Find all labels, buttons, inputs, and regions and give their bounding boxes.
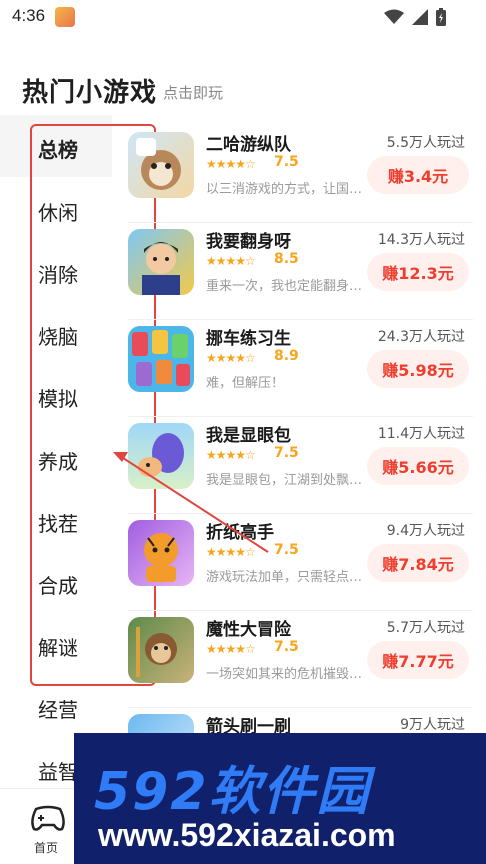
watermark-url: www.592xiazai.com — [98, 817, 396, 853]
game-icon — [128, 423, 194, 489]
star-rating: ★★★★☆ — [206, 642, 256, 656]
game-icon — [128, 326, 194, 392]
game-icon — [128, 520, 194, 586]
game-plays: 24.3万人玩过 — [377, 329, 465, 345]
game-plays: 5.7万人玩过 — [386, 620, 465, 636]
game-item[interactable]: 折纸高手 9.4万人玩过 ★★★★☆ 7.5 游戏玩法加单，只需轻点… 赚7.8… — [128, 514, 473, 611]
game-plays: 9.4万人玩过 — [386, 523, 465, 539]
watermark-brand: 592软件园 — [94, 762, 371, 822]
earn-button[interactable]: 赚5.66元 — [367, 447, 469, 485]
game-plays: 9万人玩过 — [400, 717, 465, 733]
game-desc: 重来一次，我也定能翻身… — [206, 279, 363, 294]
page-subtitle: 点击即玩 — [163, 84, 224, 102]
category-management[interactable]: 经营 — [38, 694, 78, 723]
status-icons — [384, 8, 446, 26]
earn-button[interactable]: 赚12.3元 — [367, 253, 469, 291]
game-item[interactable]: 我是显眼包 11.4万人玩过 ★★★★☆ 7.5 我是显眼包，江湖到处飘… 赚5… — [128, 417, 473, 514]
earn-button[interactable]: 赚7.77元 — [367, 641, 469, 679]
game-name: 二哈游纵队 — [206, 135, 291, 155]
rating-score: 7.5 — [274, 639, 299, 655]
game-desc: 难，但解压！ — [206, 376, 285, 391]
wifi-icon — [384, 9, 404, 24]
game-item[interactable]: 二哈游纵队 5.5万人玩过 ★★★★☆ 7.5 以三消游戏的方式，让国… 赚3.… — [128, 126, 473, 223]
gamepad-icon[interactable] — [30, 803, 66, 833]
star-rating: ★★★★☆ — [206, 351, 256, 365]
game-name: 我要翻身呀 — [206, 232, 291, 252]
game-name: 折纸高手 — [206, 523, 274, 543]
game-plays: 14.3万人玩过 — [377, 232, 465, 248]
signal-icon — [412, 9, 428, 25]
watermark-banner: 592软件园 www.592xiazai.com — [74, 733, 486, 864]
star-rating: ★★★★☆ — [206, 254, 256, 268]
game-item[interactable]: 魔性大冒险 5.7万人玩过 ★★★★☆ 7.5 一场突如其来的危机摧毁… 赚7.… — [128, 611, 473, 708]
game-desc: 以三消游戏的方式，让国… — [206, 182, 363, 197]
star-rating: ★★★★☆ — [206, 448, 256, 462]
game-icon — [128, 132, 194, 198]
category-intelligence[interactable]: 益智 — [38, 756, 78, 785]
battery-icon — [436, 8, 446, 26]
game-icon — [128, 229, 194, 295]
game-name: 我是显眼包 — [206, 426, 291, 446]
rating-score: 7.5 — [274, 445, 299, 461]
app-notification-icon — [55, 7, 75, 27]
status-time: 4:36 — [12, 6, 46, 25]
status-bar: 4:36 — [0, 0, 486, 34]
earn-button[interactable]: 赚3.4元 — [367, 156, 469, 194]
game-item[interactable]: 挪车练习生 24.3万人玩过 ★★★★☆ 8.9 难，但解压！ 赚5.98元 — [128, 320, 473, 417]
game-desc: 一场突如其来的危机摧毁… — [206, 667, 363, 682]
rating-score: 7.5 — [274, 542, 299, 558]
game-name: 挪车练习生 — [206, 329, 291, 349]
game-name: 魔性大冒险 — [206, 620, 291, 640]
rating-score: 7.5 — [274, 154, 299, 170]
earn-button[interactable]: 赚7.84元 — [367, 544, 469, 582]
page-title: 热门小游戏 — [22, 78, 158, 108]
game-plays: 11.4万人玩过 — [377, 426, 465, 442]
game-desc: 我是显眼包，江湖到处飘… — [206, 473, 363, 488]
rating-score: 8.5 — [274, 251, 299, 267]
game-plays: 5.5万人玩过 — [386, 135, 465, 151]
game-icon — [128, 617, 194, 683]
game-item[interactable]: 我要翻身呀 14.3万人玩过 ★★★★☆ 8.5 重来一次，我也定能翻身… 赚1… — [128, 223, 473, 320]
star-rating: ★★★★☆ — [206, 545, 256, 559]
rating-score: 8.9 — [274, 348, 299, 364]
star-rating: ★★★★☆ — [206, 157, 256, 171]
earn-button[interactable]: 赚5.98元 — [367, 350, 469, 388]
nav-home-label[interactable]: 首页 — [34, 839, 58, 856]
game-desc: 游戏玩法加单，只需轻点… — [206, 570, 363, 585]
